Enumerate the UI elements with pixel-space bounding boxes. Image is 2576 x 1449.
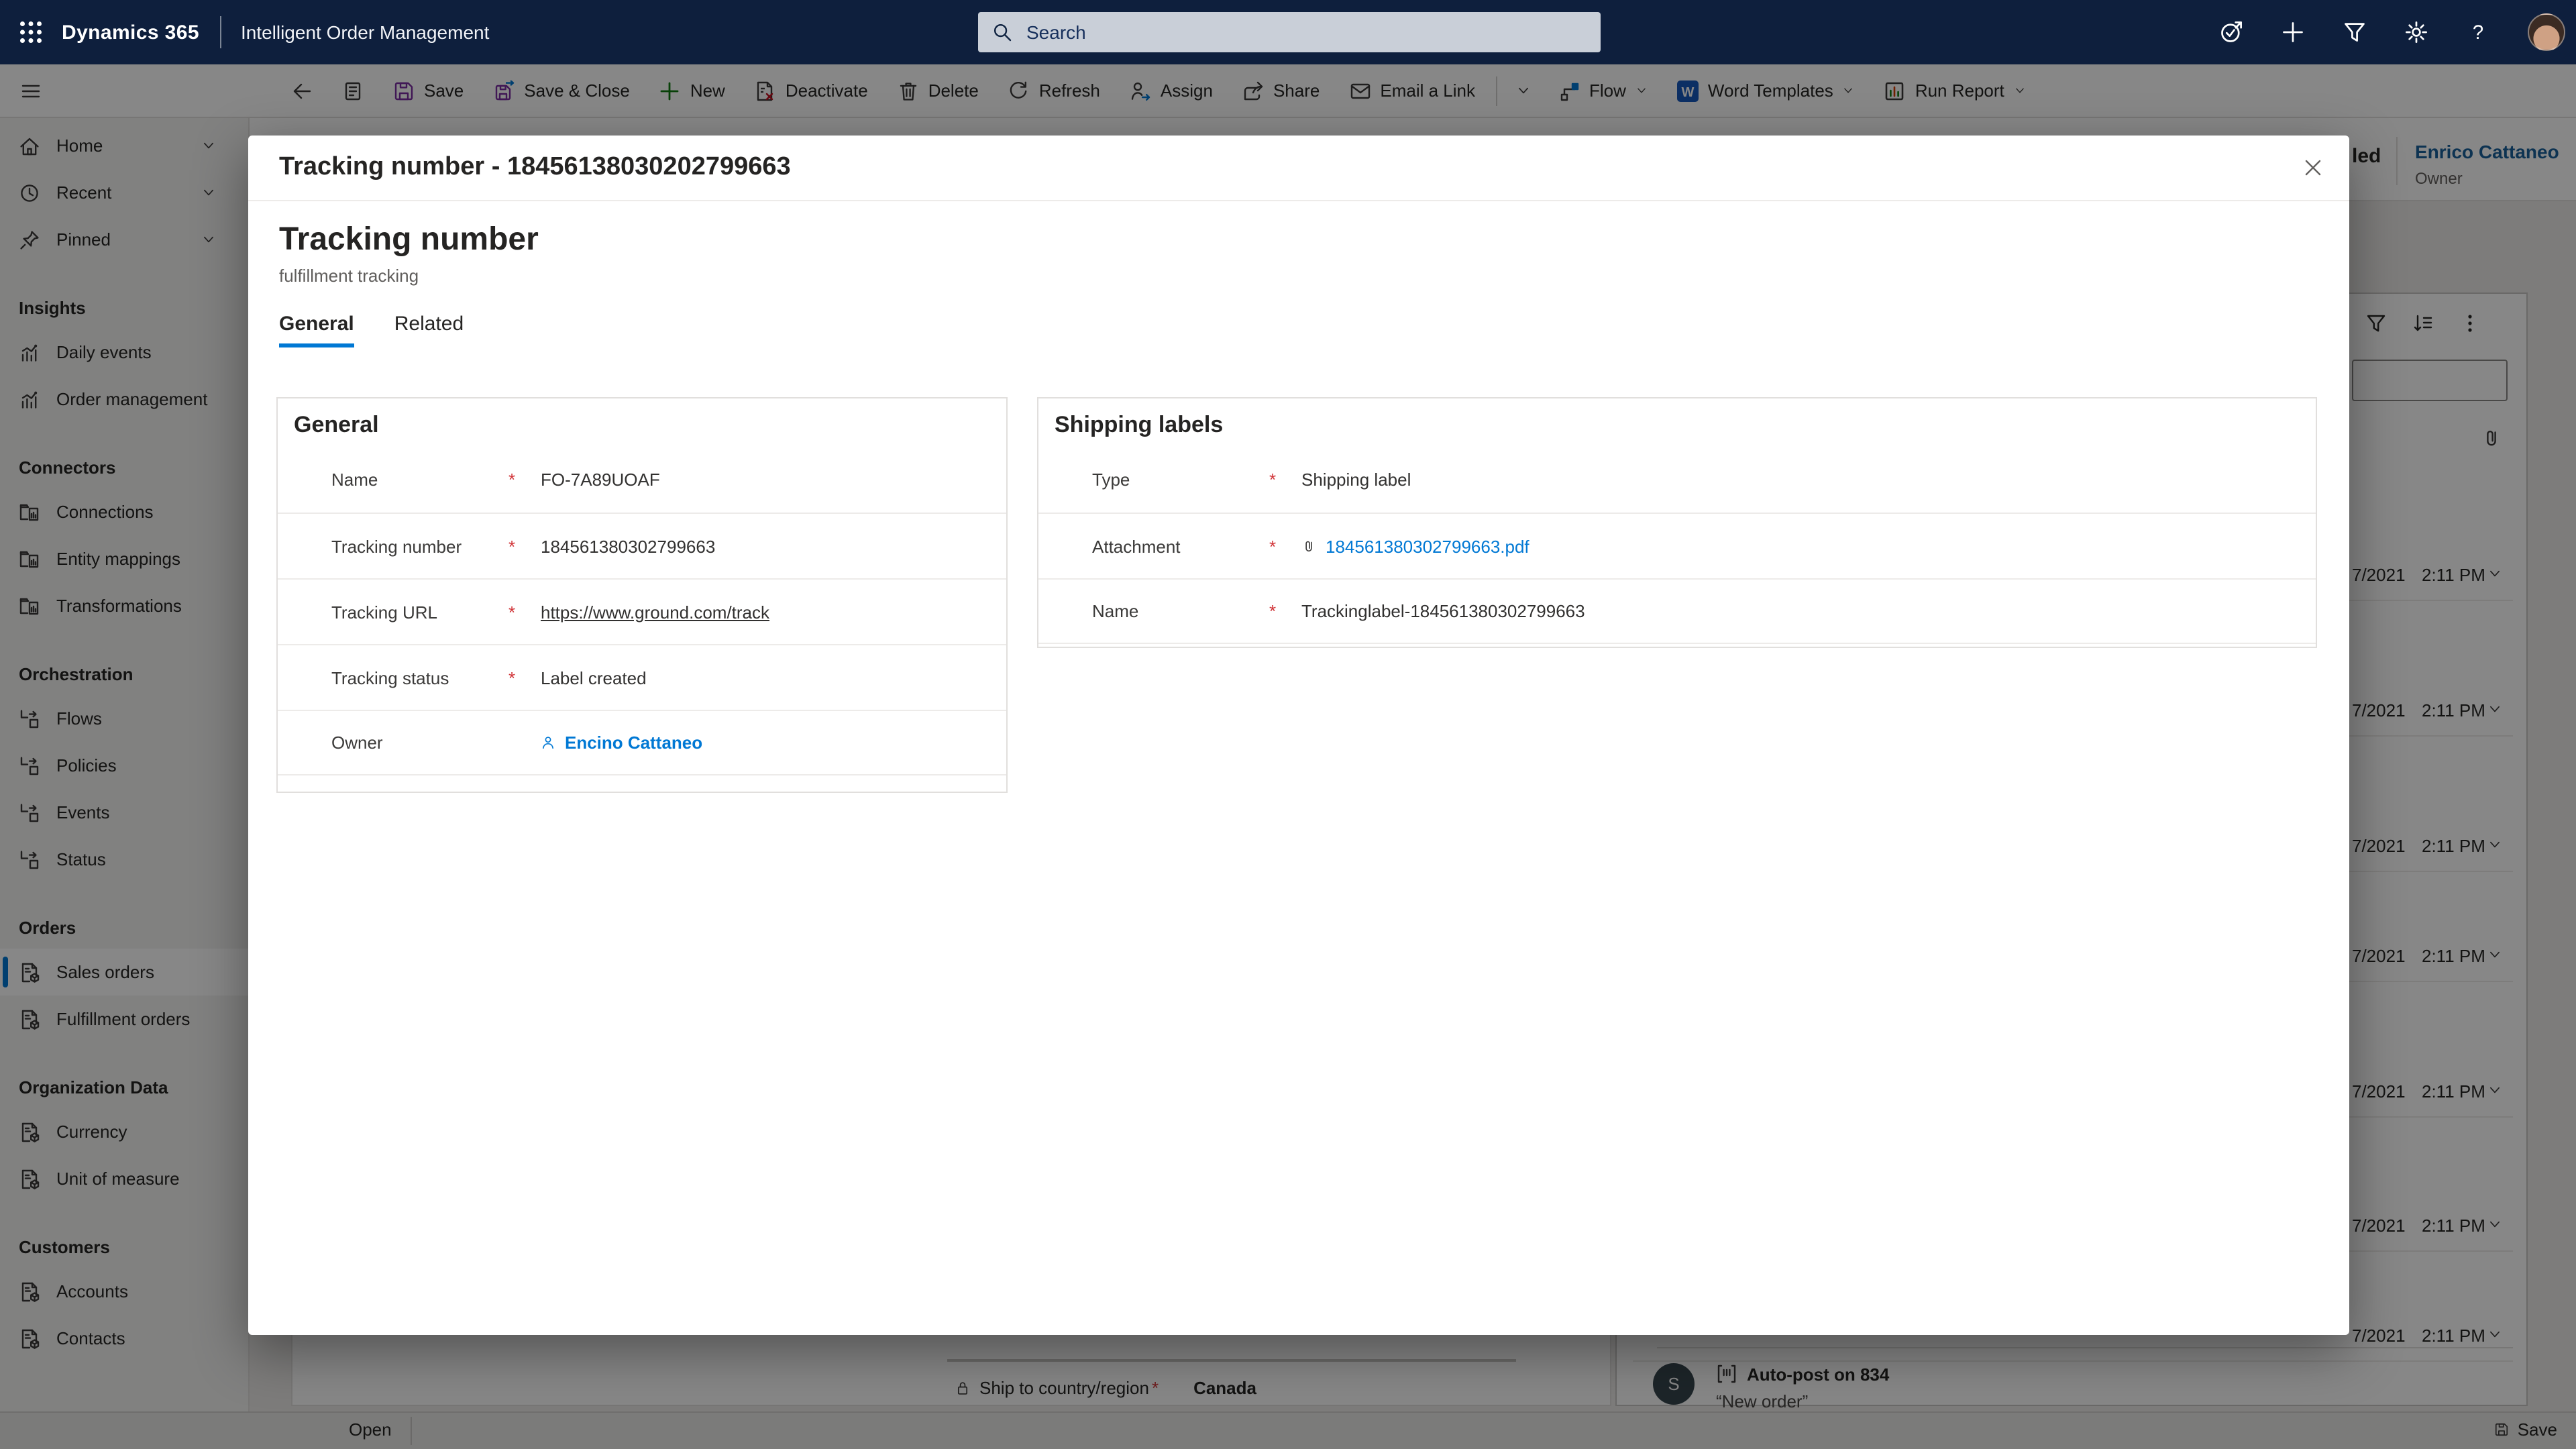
app-name: Dynamics 365	[62, 21, 199, 44]
field-row-tracking-status: Tracking status*Label created	[278, 644, 1006, 710]
tab-related[interactable]: Related	[394, 313, 464, 347]
required-asterisk: *	[508, 536, 541, 556]
paperclip-icon	[1301, 539, 1316, 553]
user-avatar[interactable]	[2528, 13, 2565, 51]
record-heading: Tracking number	[279, 221, 2349, 259]
filter-icon[interactable]	[2343, 20, 2367, 44]
field-row-tracking-url: Tracking URL*https://www.ground.com/trac…	[278, 578, 1006, 644]
dialog-title-bar: Tracking number - 18456138030202799663	[248, 136, 2349, 201]
app-launcher-waffle-icon[interactable]	[0, 0, 62, 64]
shipping-labels-section-card: Shipping labels Type*Shipping labelAttac…	[1037, 397, 2317, 648]
app-area-title: Intelligent Order Management	[241, 21, 489, 43]
tracking-number-dialog: Tracking number - 18456138030202799663 T…	[248, 136, 2349, 1335]
required-asterisk: *	[1269, 536, 1301, 556]
field-label: Tracking number	[331, 536, 508, 556]
field-row-attachment: Attachment* 184561380302799663.pdf	[1038, 513, 2316, 578]
field-value[interactable]: FO-7A89UOAF	[541, 470, 660, 490]
tab-general[interactable]: General	[279, 313, 354, 347]
global-search-input[interactable]	[1024, 20, 1539, 44]
field-row-tracking-number: Tracking number*184561380302799663	[278, 513, 1006, 578]
section-title: Shipping labels	[1038, 398, 2316, 447]
quick-create-icon[interactable]	[2281, 20, 2305, 44]
field-value[interactable]: Shipping label	[1301, 470, 1411, 490]
divider	[221, 16, 222, 48]
person-icon	[541, 735, 555, 750]
field-value-attachment[interactable]: 184561380302799663.pdf	[1301, 536, 1529, 556]
field-value[interactable]: Trackinglabel-184561380302799663	[1301, 601, 1585, 621]
form-tabs: General Related	[279, 313, 2349, 347]
svg-text:?: ?	[2473, 22, 2483, 44]
field-label: Attachment	[1092, 536, 1269, 556]
field-label: Name	[331, 470, 508, 490]
field-label: Owner	[331, 733, 508, 753]
field-label: Name	[1092, 601, 1269, 621]
field-value[interactable]: https://www.ground.com/track	[541, 602, 769, 622]
field-row-name: Name*Trackinglabel-184561380302799663	[1038, 578, 2316, 644]
screen: led Enrico Cattaneo Owner Ship to countr…	[0, 0, 2576, 1449]
required-asterisk: *	[508, 602, 541, 622]
top-nav-bar: Dynamics 365 Intelligent Order Managemen…	[0, 0, 2576, 64]
field-value-owner[interactable]: Encino Cattaneo	[541, 733, 702, 753]
field-label: Tracking status	[331, 667, 508, 688]
attachment-link[interactable]: 184561380302799663.pdf	[1326, 536, 1529, 556]
field-row-owner: Owner Encino Cattaneo	[278, 710, 1006, 775]
field-value[interactable]: Label created	[541, 667, 647, 688]
search-icon	[991, 21, 1013, 43]
field-label: Type	[1092, 470, 1269, 490]
task-checker-icon[interactable]	[2219, 20, 2243, 44]
field-row-name: Name*FO-7A89UOAF	[278, 447, 1006, 513]
field-label: Tracking URL	[331, 602, 508, 622]
dialog-title: Tracking number - 18456138030202799663	[279, 153, 791, 182]
general-section-card: General Name*FO-7A89UOAFTracking number*…	[276, 397, 1008, 793]
required-asterisk: *	[1269, 601, 1301, 621]
section-title: General	[278, 398, 1006, 447]
field-row-type: Type*Shipping label	[1038, 447, 2316, 513]
global-search-box[interactable]	[978, 12, 1601, 52]
settings-gear-icon[interactable]	[2404, 20, 2428, 44]
field-value[interactable]: 184561380302799663	[541, 536, 715, 556]
owner-link[interactable]: Encino Cattaneo	[565, 733, 702, 753]
help-icon[interactable]: ?	[2466, 20, 2490, 44]
required-asterisk: *	[508, 470, 541, 490]
record-subheading: fulfillment tracking	[279, 266, 2349, 286]
close-icon[interactable]	[2298, 153, 2328, 182]
required-asterisk: *	[508, 667, 541, 688]
required-asterisk: *	[1269, 470, 1301, 490]
